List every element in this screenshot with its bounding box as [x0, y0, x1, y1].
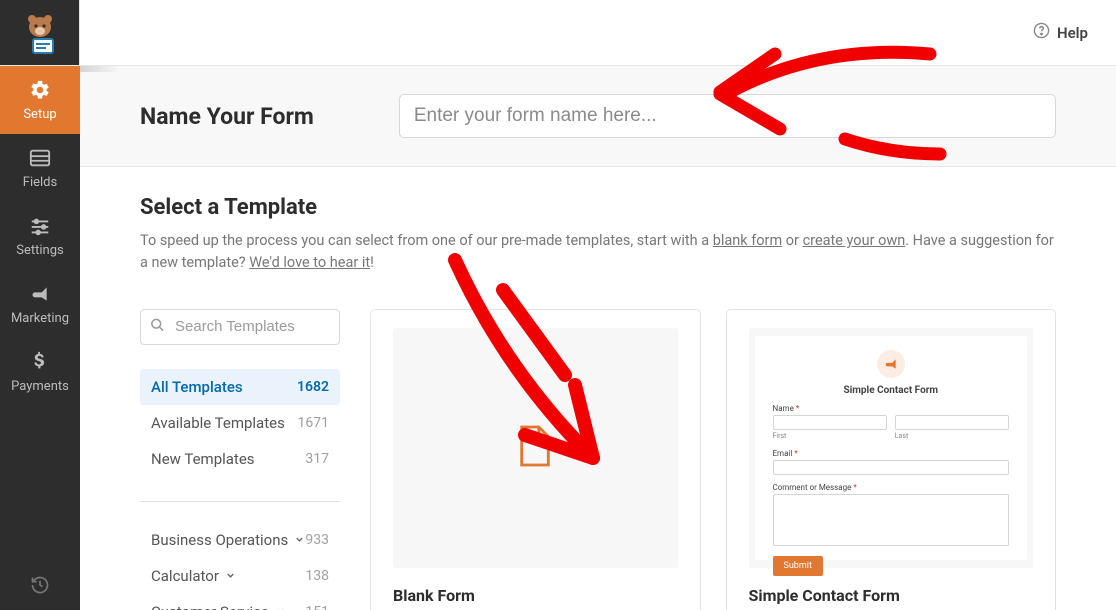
brand-logo: [0, 0, 80, 66]
category-label: Customer Service: [151, 603, 269, 610]
bullhorn-icon: [29, 283, 51, 305]
help-button[interactable]: Help: [1033, 22, 1088, 43]
template-card-title: Simple Contact Form: [749, 586, 1034, 605]
select-template-heading: Select a Template: [140, 195, 1056, 220]
sidebar-item-label: Setup: [23, 107, 56, 122]
template-card-simple-contact-form[interactable]: Simple Contact Form Name * FirstLast Ema…: [726, 309, 1057, 610]
chevron-down-icon: [275, 603, 286, 610]
category-calculator[interactable]: Calculator 138: [140, 558, 340, 594]
search-icon: [150, 317, 165, 336]
category-count: 151: [305, 604, 329, 610]
sidebar-item-label: Settings: [16, 243, 63, 258]
help-icon: [1033, 22, 1050, 43]
blank-form-preview: [393, 328, 678, 568]
topbar: Help: [80, 0, 1116, 66]
sidebar-item-payments[interactable]: Payments: [0, 338, 80, 406]
name-form-section: Name Your Form: [80, 66, 1116, 167]
sidebar-item-setup[interactable]: Setup: [0, 66, 80, 134]
category-customer-service[interactable]: Customer Service 151: [140, 594, 340, 610]
sidebar-item-label: Payments: [11, 379, 69, 394]
sidebar-item-label: Marketing: [11, 311, 69, 326]
suggestion-link[interactable]: We'd love to hear it: [249, 254, 370, 271]
simple-contact-form-preview: Simple Contact Form Name * FirstLast Ema…: [749, 328, 1034, 568]
sidebar-item-fields[interactable]: Fields: [0, 134, 80, 202]
sidebar-item-label: Fields: [23, 175, 57, 190]
category-business-operations[interactable]: Business Operations 933: [140, 522, 340, 558]
category-count: 933: [305, 532, 329, 548]
category-count: 317: [305, 451, 329, 467]
bullhorn-icon: [877, 350, 905, 378]
create-your-own-link[interactable]: create your own: [803, 232, 906, 249]
blank-form-link[interactable]: blank form: [713, 232, 782, 249]
select-template-description: To speed up the process you can select f…: [140, 230, 1056, 275]
name-form-label: Name Your Form: [140, 103, 314, 130]
sliders-icon: [29, 215, 51, 237]
category-new-templates[interactable]: New Templates 317: [140, 441, 340, 477]
scf-preview-title: Simple Contact Form: [773, 385, 1010, 396]
search-templates-input[interactable]: [140, 309, 340, 345]
category-count: 138: [305, 568, 329, 584]
gear-icon: [29, 79, 51, 101]
scf-submit-preview: Submit: [773, 556, 823, 576]
category-label: All Templates: [151, 378, 243, 396]
category-all-templates[interactable]: All Templates 1682: [140, 369, 340, 405]
sidebar: Setup Fields Settings Marketing Payments: [0, 0, 80, 610]
category-divider: [140, 501, 340, 502]
template-card-title: Blank Form: [393, 586, 678, 605]
help-label: Help: [1057, 24, 1088, 42]
category-available-templates[interactable]: Available Templates 1671: [140, 405, 340, 441]
category-label: Calculator: [151, 567, 219, 585]
dollar-icon: [29, 351, 51, 373]
category-count: 1671: [298, 415, 329, 431]
category-label: New Templates: [151, 450, 255, 468]
sidebar-item-marketing[interactable]: Marketing: [0, 270, 80, 338]
template-card-blank-form[interactable]: Blank Form The blank form allows you to …: [370, 309, 701, 610]
category-label: Available Templates: [151, 414, 285, 432]
sidebar-item-settings[interactable]: Settings: [0, 202, 80, 270]
blank-document-icon: [516, 423, 554, 473]
history-icon[interactable]: [0, 560, 80, 610]
form-name-input[interactable]: [399, 94, 1056, 138]
category-label: Business Operations: [151, 531, 288, 549]
fields-icon: [29, 147, 51, 169]
chevron-down-icon: [225, 567, 236, 585]
chevron-down-icon: [294, 531, 305, 549]
category-count: 1682: [297, 379, 329, 395]
